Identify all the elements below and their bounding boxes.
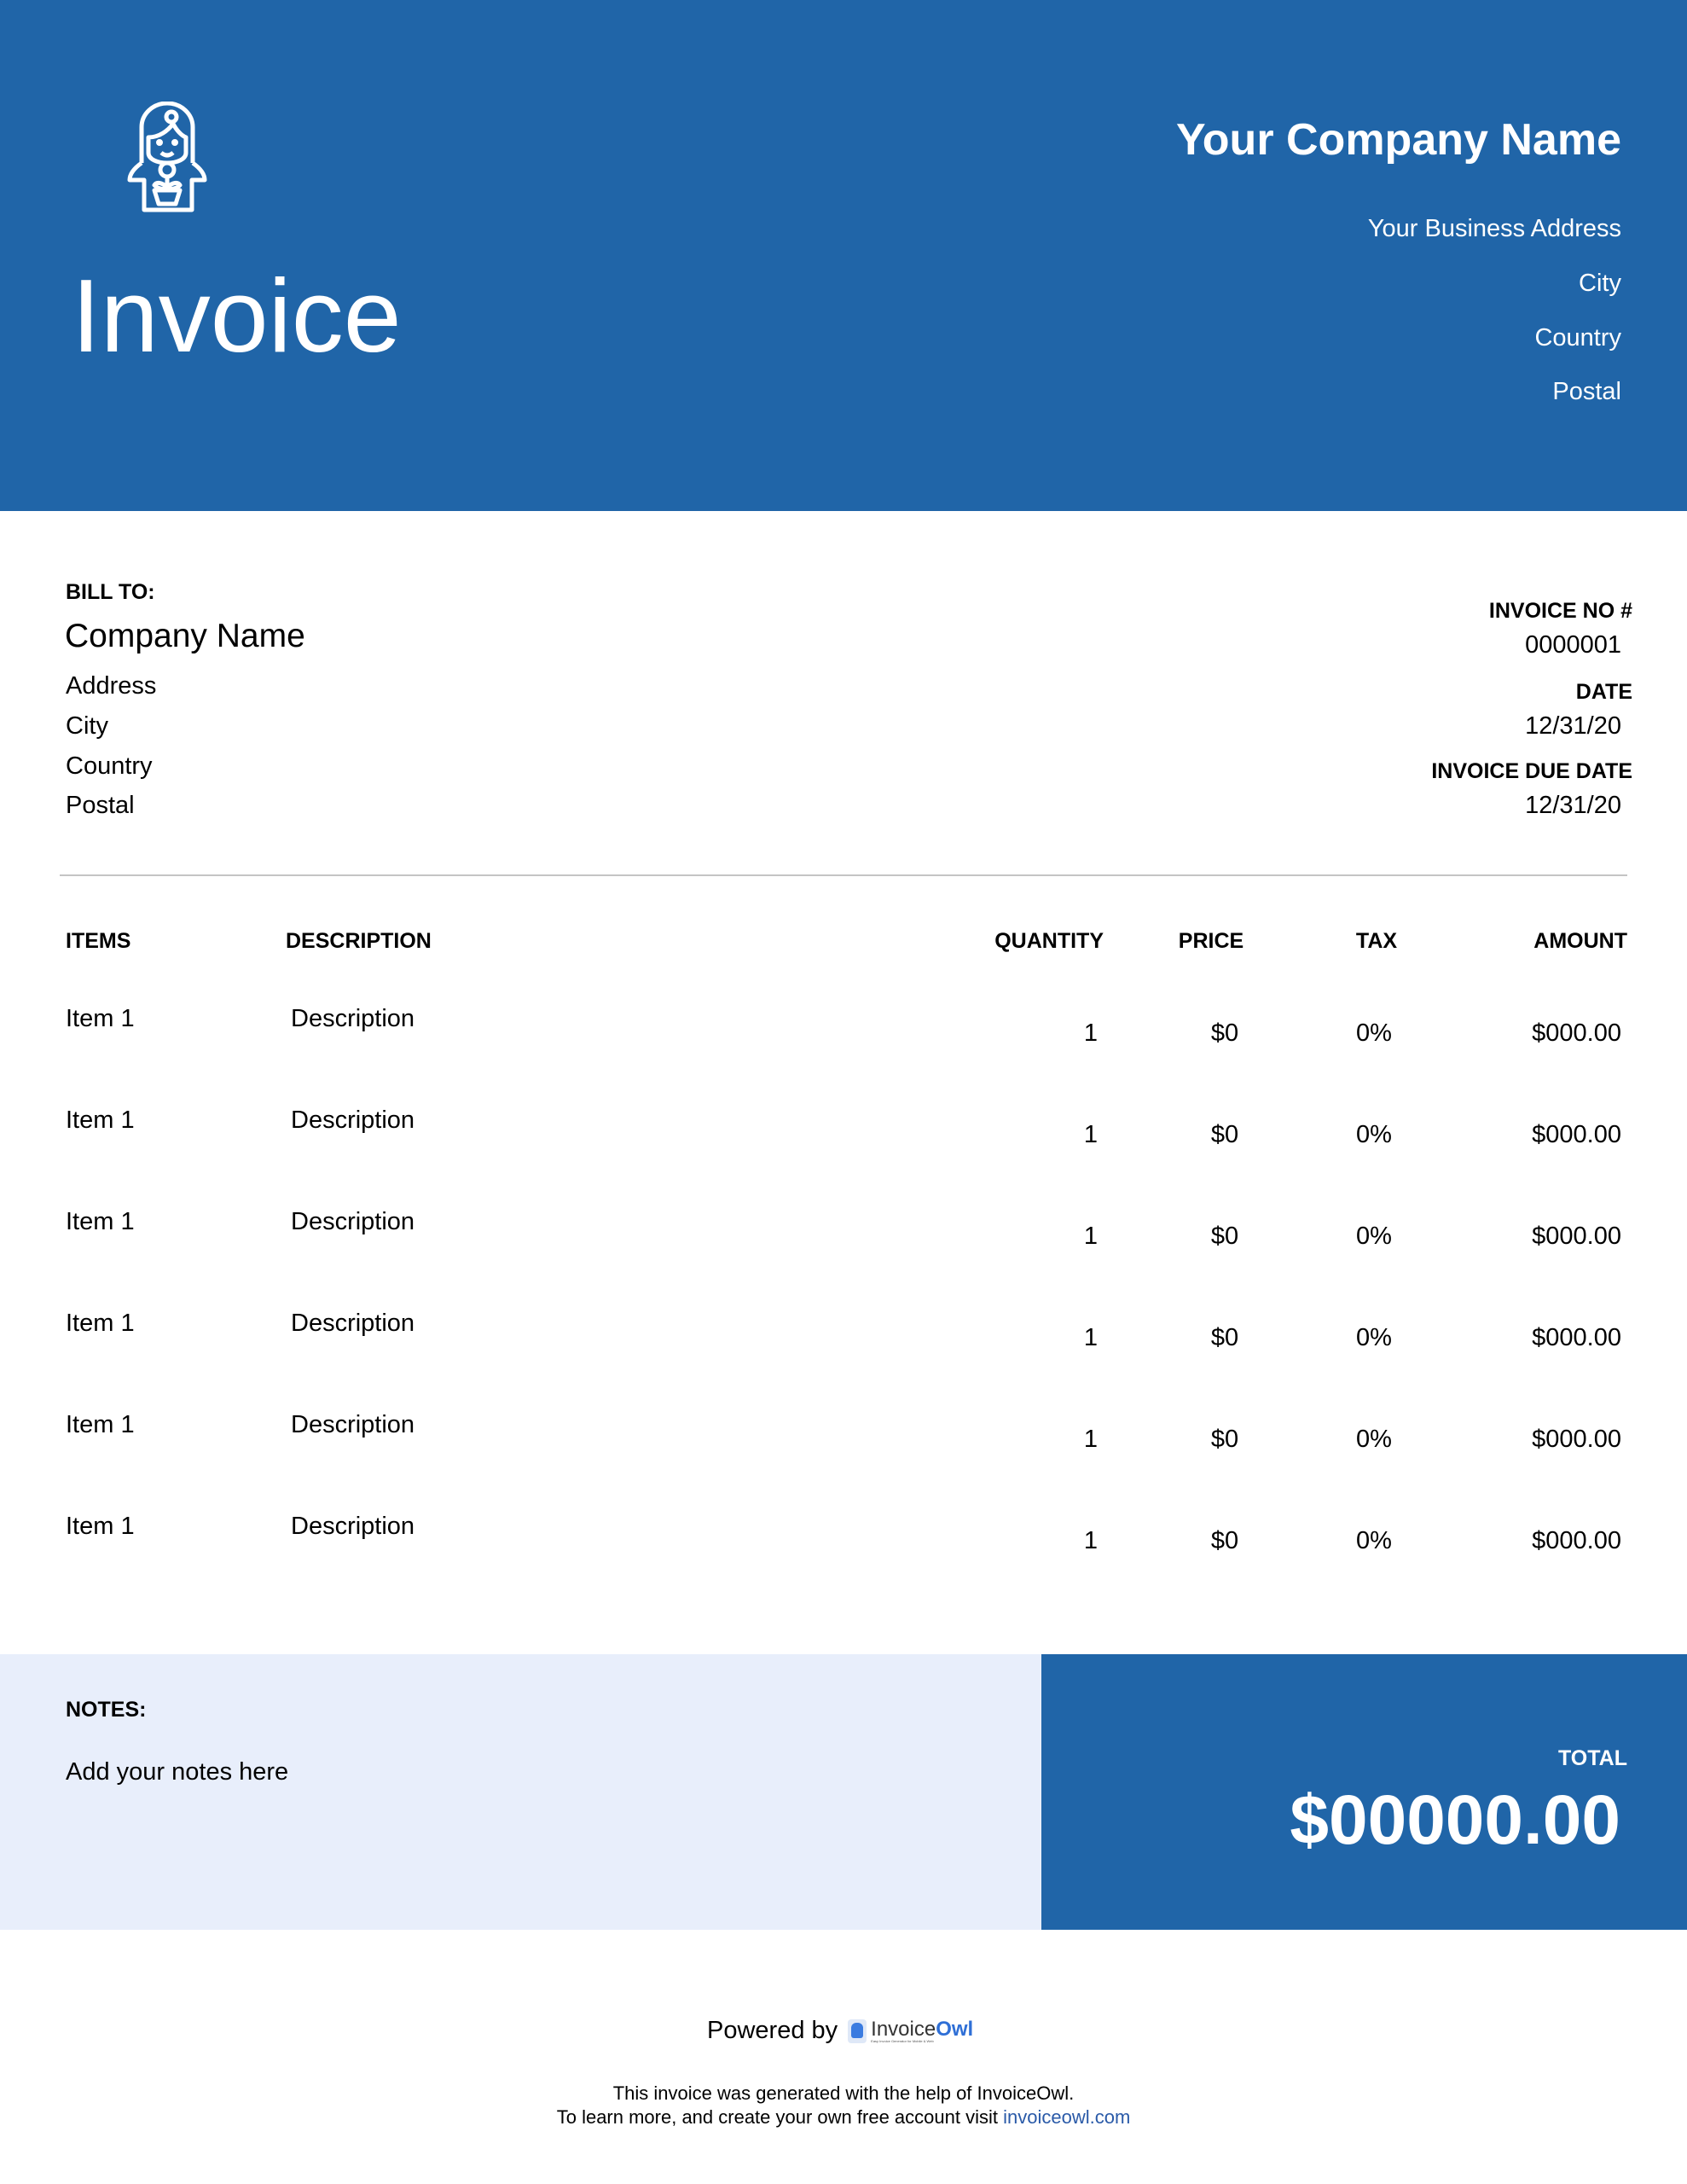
item-cell: Item 1 [66,1208,135,1235]
total-value: $00000.00 [1290,1781,1620,1859]
tax-cell: 0% [1356,1324,1392,1351]
quantity-cell: 1 [1083,1527,1099,1554]
item-cell: Item 1 [66,1005,135,1032]
business-country: Country [1534,324,1621,351]
bill-to-company: Company Name [65,618,305,654]
brand-invoice: Invoice [871,2017,936,2041]
item-cell: Item 1 [66,1411,135,1438]
due-date: 12/31/20 [1525,792,1621,819]
amount-cell: $000.00 [1532,1223,1621,1250]
item-cell: Item 1 [66,1513,135,1540]
invoiceowl-logo[interactable]: InvoiceOwl Easy Invoice Generator for Mo… [848,2017,974,2043]
quantity-cell: 1 [1083,1121,1099,1148]
powered-by-label: Powered by [707,2017,838,2044]
total-label: TOTAL [1557,1746,1627,1770]
col-amount: AMOUNT [1533,929,1627,953]
notes-text: Add your notes here [66,1758,289,1786]
price-cell: $0 [1210,1527,1239,1554]
col-tax: TAX [1355,929,1398,953]
price-cell: $0 [1210,1426,1239,1453]
business-postal: Postal [1552,378,1621,405]
col-quantity: QUANTITY [994,929,1104,953]
footer-line-2-text: To learn more, and create your own free … [556,2106,998,2128]
brand-owl: Owl [936,2017,974,2041]
invoice-title: Invoice [72,258,402,374]
amount-cell: $000.00 [1532,1121,1621,1148]
girl-with-flower-icon [127,102,207,212]
bill-to-city: City [66,712,108,740]
price-cell: $0 [1210,1223,1239,1250]
due-date-label: INVOICE DUE DATE [1431,759,1632,783]
bill-to-label: BILL TO: [66,580,155,604]
invoiceowl-link[interactable]: invoiceowl.com [1003,2106,1130,2128]
notes-section: NOTES: Add your notes here [0,1654,1041,1930]
amount-cell: $000.00 [1532,1019,1621,1047]
tax-cell: 0% [1356,1121,1392,1148]
description-cell: Description [291,1411,415,1438]
business-address: Your Business Address [1367,215,1621,242]
price-cell: $0 [1210,1324,1239,1351]
divider [60,874,1627,876]
tax-cell: 0% [1356,1223,1392,1250]
quantity-cell: 1 [1083,1426,1099,1453]
price-cell: $0 [1210,1019,1239,1047]
business-city: City [1579,270,1621,297]
col-price: PRICE [1178,929,1244,953]
amount-cell: $000.00 [1532,1527,1621,1554]
bill-to-postal: Postal [66,792,135,819]
quantity-cell: 1 [1083,1324,1099,1351]
col-description: DESCRIPTION [286,929,432,953]
description-cell: Description [291,1005,415,1032]
tax-cell: 0% [1356,1426,1392,1453]
invoice-header: Invoice Your Company Name Your Business … [0,0,1687,511]
footer-line-2: To learn more, and create your own free … [0,2106,1687,2129]
description-cell: Description [291,1208,415,1235]
amount-cell: $000.00 [1532,1426,1621,1453]
total-section: TOTAL $00000.00 [1041,1654,1687,1930]
description-cell: Description [291,1107,415,1134]
owl-icon [848,2018,867,2043]
date-label: DATE [1575,680,1632,704]
tax-cell: 0% [1356,1527,1392,1554]
description-cell: Description [291,1310,415,1337]
invoice-date: 12/31/20 [1525,712,1621,740]
invoice-no: 0000001 [1525,631,1621,659]
tax-cell: 0% [1356,1019,1392,1047]
company-name: Your Company Name [1175,115,1621,165]
powered-by: Powered by InvoiceOwl Easy Invoice Gener… [707,2017,973,2045]
invoice-no-label: INVOICE NO # [1488,599,1632,623]
brand-tagline: Easy Invoice Generator for Mobile & Web [871,2038,934,2043]
description-cell: Description [291,1513,415,1540]
item-cell: Item 1 [66,1310,135,1337]
bill-to-country: Country [66,752,153,780]
col-items: ITEMS [66,929,131,953]
footer-line-1: This invoice was generated with the help… [612,2082,1075,2104]
quantity-cell: 1 [1083,1223,1099,1250]
amount-cell: $000.00 [1532,1324,1621,1351]
bill-to-address: Address [66,672,157,700]
price-cell: $0 [1210,1121,1239,1148]
item-cell: Item 1 [66,1107,135,1134]
quantity-cell: 1 [1083,1019,1099,1047]
notes-label: NOTES: [66,1698,147,1722]
